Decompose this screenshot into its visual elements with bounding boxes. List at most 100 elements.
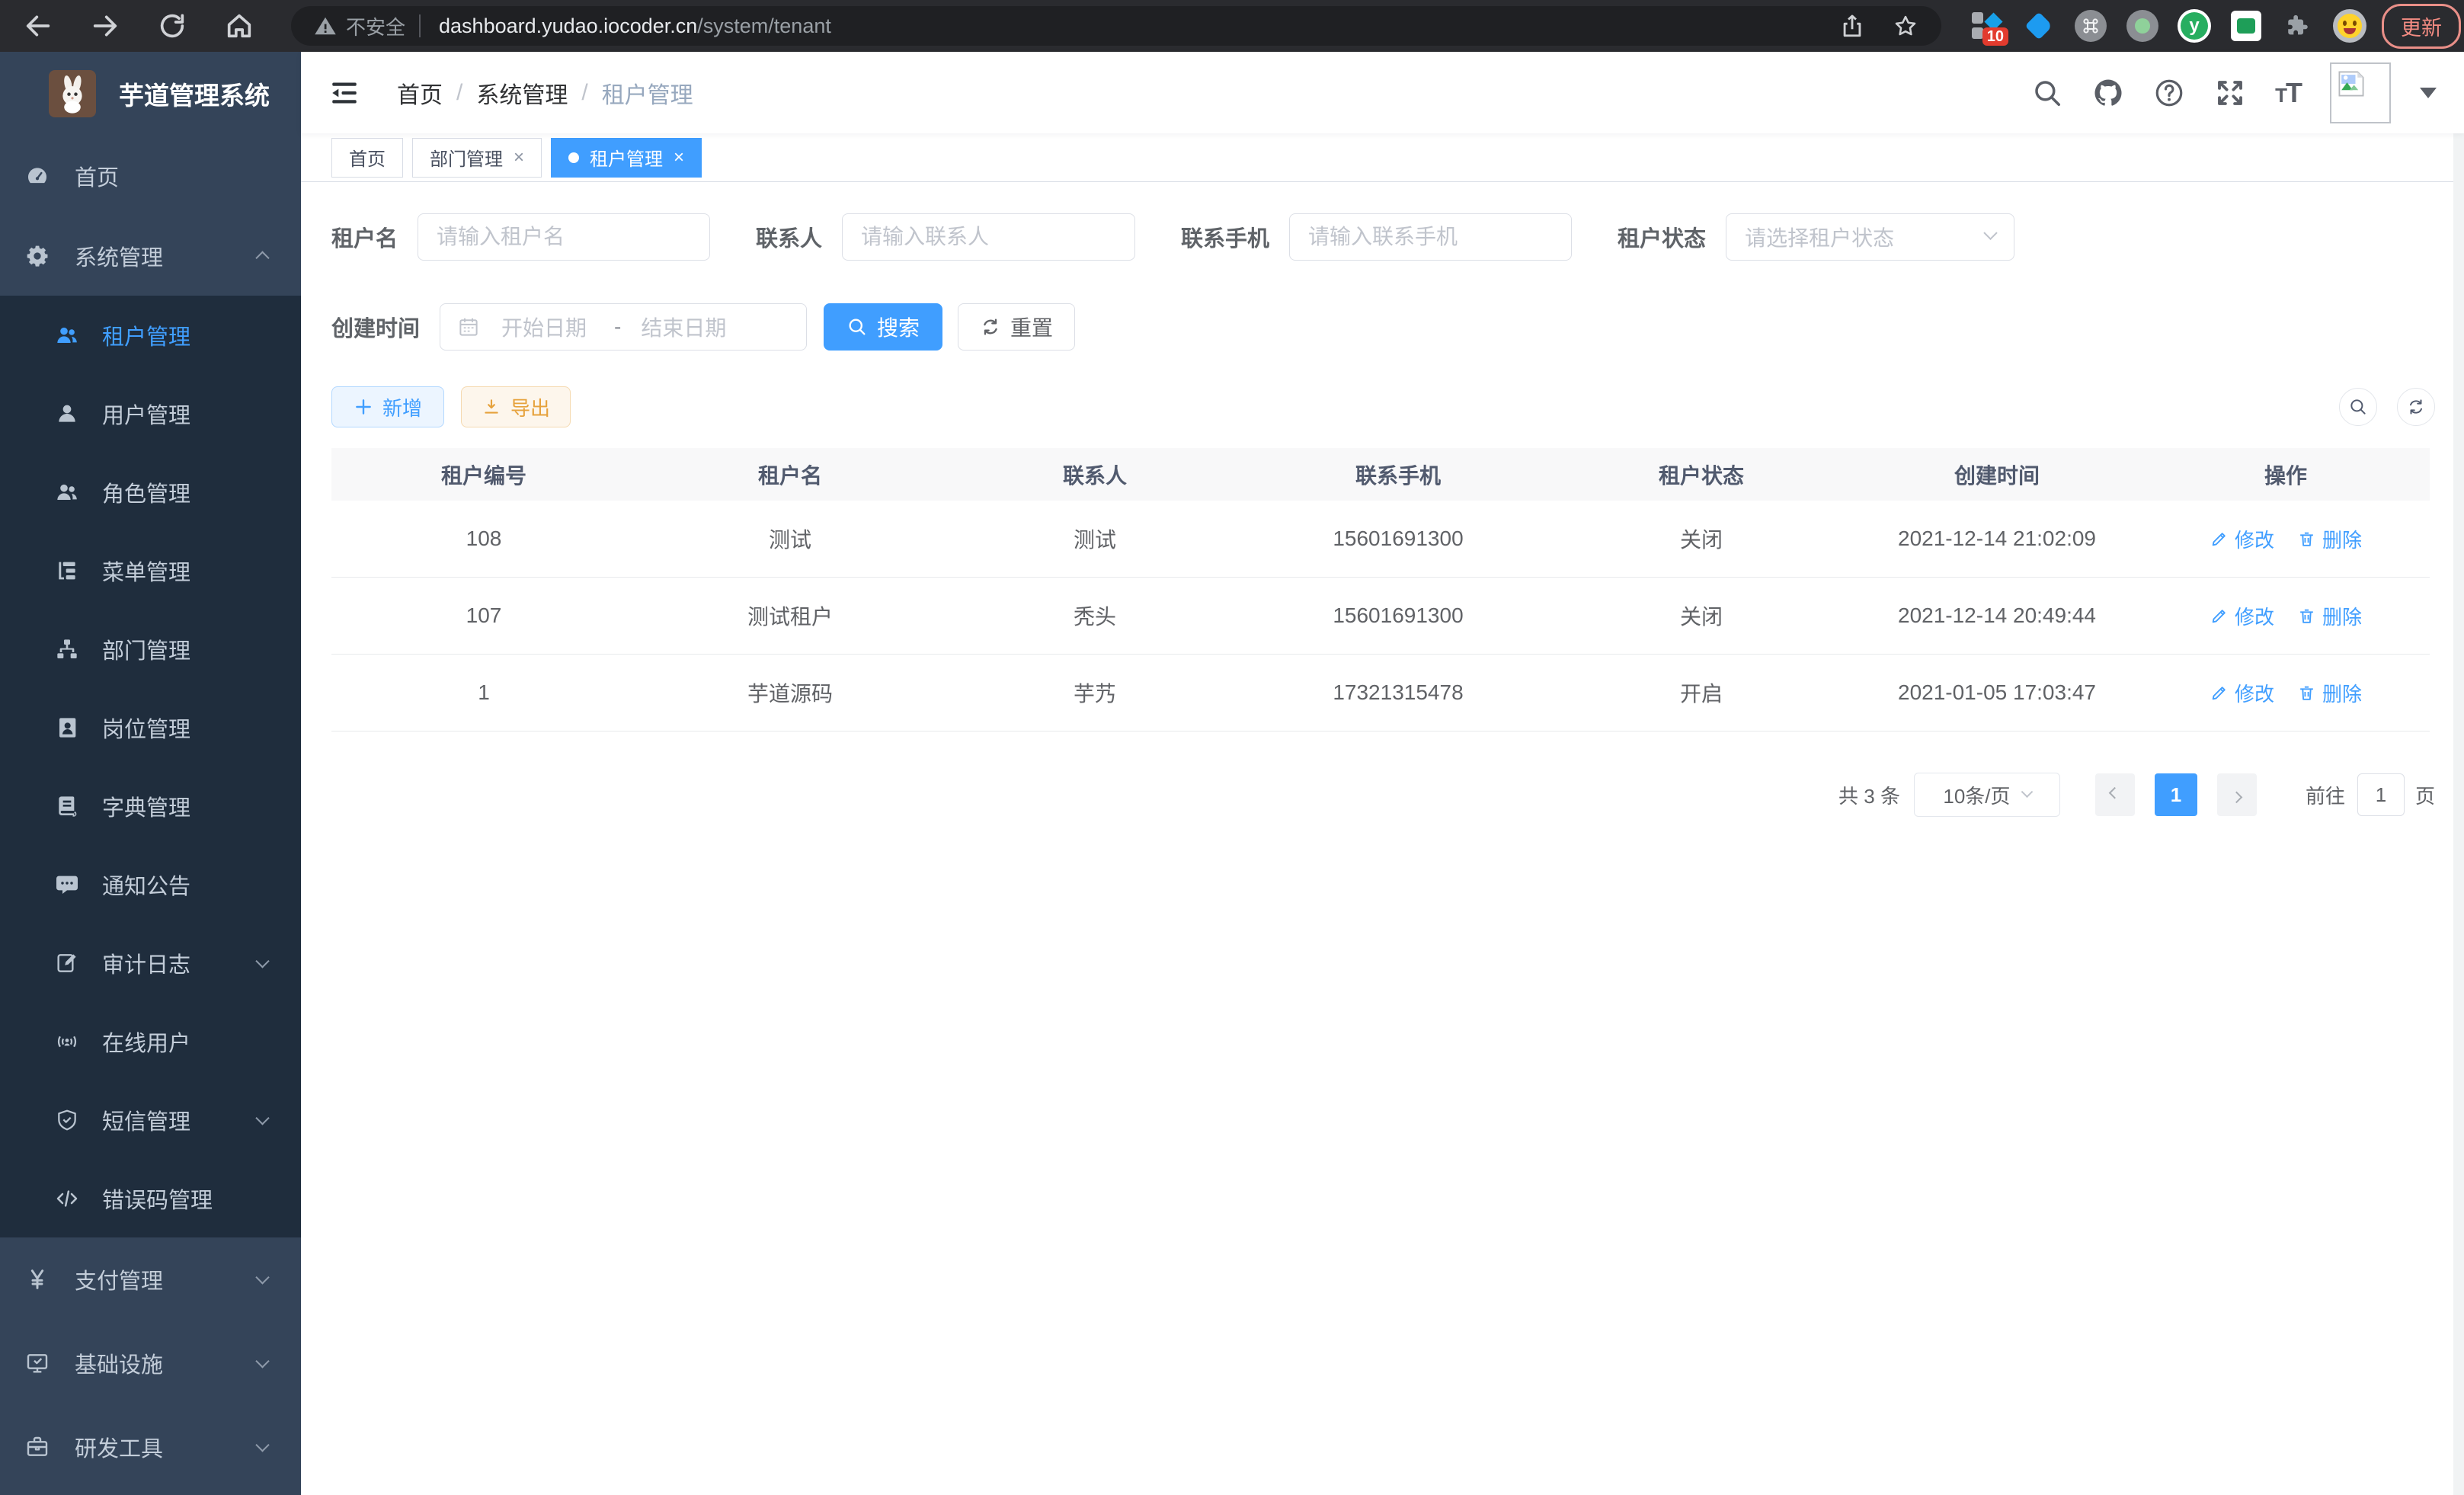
security-label[interactable]: 不安全 <box>346 12 405 40</box>
delete-link[interactable]: 删除 <box>2297 525 2362 553</box>
sidebar-logo[interactable]: 芋道管理系统 <box>0 52 301 136</box>
breadcrumb-home[interactable]: 首页 <box>397 76 443 110</box>
help-icon[interactable] <box>2153 77 2185 109</box>
goto-label: 前往 <box>2306 781 2345 809</box>
tab-tenant[interactable]: 租户管理 × <box>551 138 702 178</box>
cell-tenant-id: 108 <box>331 527 636 551</box>
date-start-placeholder[interactable]: 开始日期 <box>501 312 587 342</box>
edit-link-label: 修改 <box>2235 602 2274 630</box>
sidebar-item-sms[interactable]: 短信管理 <box>0 1080 301 1159</box>
search-icon[interactable] <box>2031 77 2063 109</box>
sidebar-item-system[interactable]: 系统管理 <box>0 216 301 296</box>
fold-sidebar-icon[interactable] <box>328 77 360 109</box>
add-button[interactable]: 新增 <box>331 386 444 427</box>
date-end-placeholder[interactable]: 结束日期 <box>641 312 726 342</box>
sidebar-item-infra[interactable]: 基础设施 <box>0 1321 301 1405</box>
active-dot <box>568 152 579 163</box>
contact-label: 联系人 <box>756 221 822 253</box>
delete-link[interactable]: 删除 <box>2297 602 2362 630</box>
profile-avatar-icon[interactable] <box>2333 9 2366 43</box>
reload-icon[interactable] <box>157 11 187 41</box>
edit-link[interactable]: 修改 <box>2210 602 2274 630</box>
address-bar[interactable]: 不安全 dashboard.yudao.iocoder.cn/system/te… <box>291 6 1941 46</box>
date-range-picker[interactable]: 开始日期 - 结束日期 <box>440 303 807 351</box>
sms-shield-icon <box>55 1108 79 1132</box>
tab-home[interactable]: 首页 <box>331 138 403 178</box>
sidebar-item-user[interactable]: 用户管理 <box>0 374 301 453</box>
puzzle-extension-icon[interactable] <box>2281 9 2315 43</box>
created-label: 创建时间 <box>331 311 420 343</box>
delete-link[interactable]: 删除 <box>2297 679 2362 707</box>
phone-input[interactable] <box>1289 213 1572 261</box>
close-icon[interactable]: × <box>674 147 684 168</box>
update-button[interactable]: 更新 <box>2382 4 2461 49</box>
github-icon[interactable] <box>2092 77 2124 109</box>
forward-icon[interactable] <box>90 11 120 41</box>
edit-icon <box>2210 683 2229 703</box>
sidebar-item-menu[interactable]: 菜单管理 <box>0 531 301 610</box>
chevron-down-icon <box>255 1354 269 1368</box>
sidebar-item-label: 岗位管理 <box>102 712 190 744</box>
sidebar-item-label: 研发工具 <box>75 1431 163 1463</box>
tenant-name-label: 租户名 <box>331 221 398 253</box>
dot-extension-icon[interactable] <box>2126 9 2159 43</box>
y-extension-icon[interactable]: y <box>2178 9 2211 43</box>
filter-row-2: 创建时间 开始日期 - 结束日期 搜索 重置 <box>331 303 2435 351</box>
search-button[interactable]: 搜索 <box>824 303 942 351</box>
breadcrumb-separator: / <box>456 80 462 106</box>
command-extension-icon[interactable] <box>2074 9 2107 43</box>
page-size-select[interactable]: 10条/页 <box>1914 773 2060 817</box>
share-icon[interactable] <box>1839 13 1865 39</box>
font-size-icon[interactable]: TT <box>2275 77 2301 109</box>
star-icon[interactable] <box>1893 13 1918 39</box>
page-number-button[interactable]: 1 <box>2155 773 2197 816</box>
kite-extension-icon[interactable] <box>2022 9 2056 43</box>
trash-icon <box>2297 607 2316 626</box>
close-icon[interactable]: × <box>514 147 524 168</box>
reset-button[interactable]: 重置 <box>958 303 1075 351</box>
sidebar-item-dept[interactable]: 部门管理 <box>0 610 301 688</box>
cell-actions: 修改 删除 <box>2142 525 2430 553</box>
page-scrollbar[interactable] <box>2453 52 2464 1495</box>
edit-link[interactable]: 修改 <box>2210 525 2274 553</box>
browser-toolbar: 不安全 dashboard.yudao.iocoder.cn/system/te… <box>0 0 2464 52</box>
edit-link[interactable]: 修改 <box>2210 679 2274 707</box>
tenant-table: 租户编号 租户名 联系人 联系手机 租户状态 创建时间 操作 108 测试 测试… <box>331 448 2430 731</box>
sidebar-item-error-code[interactable]: 错误码管理 <box>0 1159 301 1237</box>
refresh-icon <box>980 316 1001 338</box>
caret-down-icon[interactable] <box>2420 88 2437 98</box>
next-page-button[interactable] <box>2217 773 2257 816</box>
breadcrumb-system[interactable]: 系统管理 <box>476 76 568 110</box>
refresh-table-button[interactable] <box>2397 388 2435 426</box>
status-select[interactable]: 请选择租户状态 <box>1726 213 2014 261</box>
sidebar-item-audit-log[interactable]: 审计日志 <box>0 924 301 1002</box>
gear-icon <box>25 244 50 268</box>
sidebar-item-role[interactable]: 角色管理 <box>0 453 301 531</box>
back-icon[interactable] <box>23 11 53 41</box>
column-header: 租户编号 <box>331 459 636 490</box>
screen: 不安全 dashboard.yudao.iocoder.cn/system/te… <box>0 0 2464 1495</box>
chat-extension-icon[interactable] <box>2229 9 2263 43</box>
contact-input[interactable] <box>842 213 1135 261</box>
tenant-name-input[interactable] <box>418 213 710 261</box>
sidebar-item-pay[interactable]: 支付管理 <box>0 1237 301 1321</box>
extension-badged-icon[interactable]: 10 <box>1970 9 2004 43</box>
goto-page-input[interactable] <box>2357 773 2405 816</box>
home-icon[interactable] <box>224 11 254 41</box>
sidebar-item-post[interactable]: 岗位管理 <box>0 688 301 767</box>
sidebar-item-home[interactable]: 首页 <box>0 136 301 216</box>
tab-dept[interactable]: 部门管理 × <box>412 138 542 178</box>
url-text[interactable]: dashboard.yudao.iocoder.cn/system/tenant <box>439 14 1812 38</box>
avatar[interactable] <box>2330 62 2391 123</box>
edit-icon <box>2210 530 2229 549</box>
sidebar-item-notice[interactable]: 通知公告 <box>0 845 301 924</box>
cell-created: 2021-12-14 20:49:44 <box>1852 603 2142 628</box>
sidebar-item-tenant[interactable]: 租户管理 <box>0 296 301 374</box>
show-search-toggle-button[interactable] <box>2339 388 2377 426</box>
prev-page-button[interactable] <box>2095 773 2135 816</box>
sidebar-item-dict[interactable]: 字典管理 <box>0 767 301 845</box>
export-button[interactable]: 导出 <box>461 386 571 427</box>
fullscreen-icon[interactable] <box>2214 77 2246 109</box>
sidebar-item-online-user[interactable]: 在线用户 <box>0 1002 301 1080</box>
sidebar-item-devtool[interactable]: 研发工具 <box>0 1405 301 1489</box>
